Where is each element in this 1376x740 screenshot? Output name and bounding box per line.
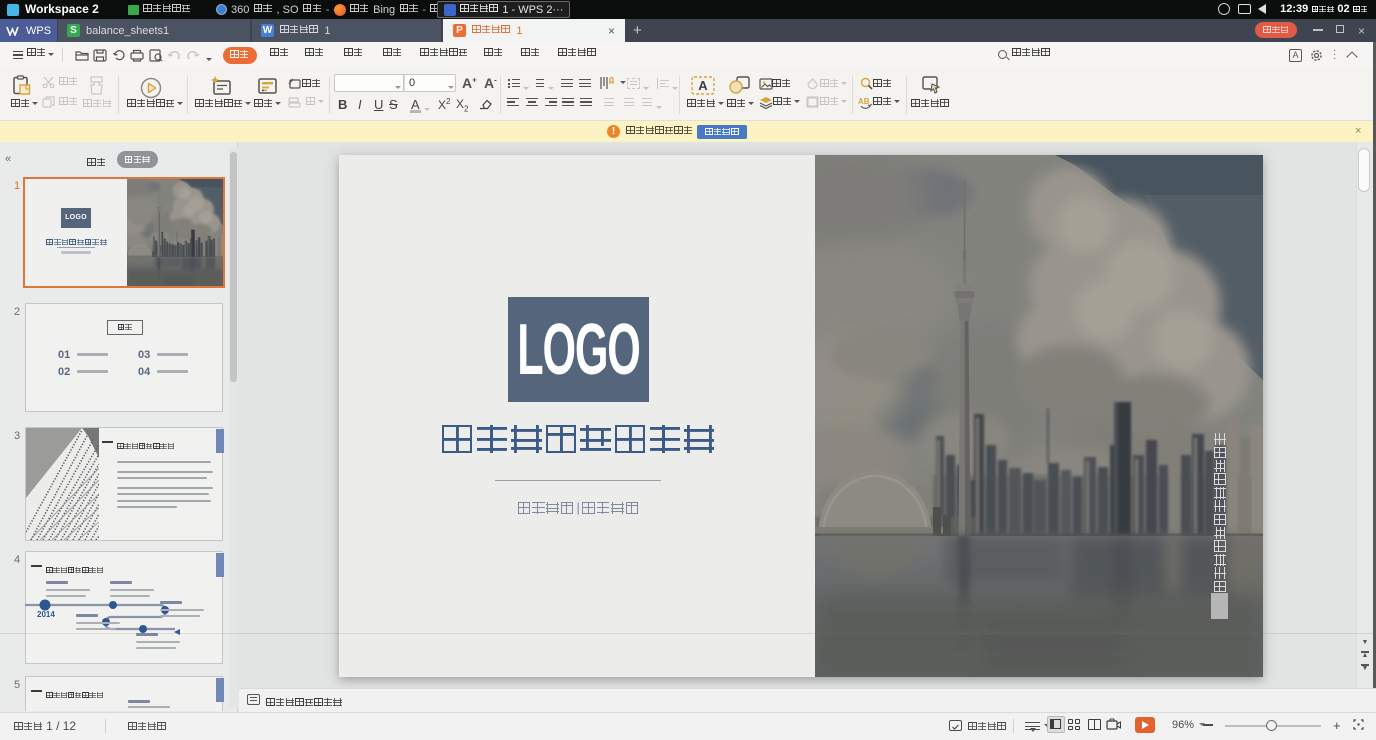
svg-text:2014: 2014 bbox=[37, 610, 55, 619]
svg-text:AB: AB bbox=[858, 97, 870, 106]
svg-text:A: A bbox=[698, 78, 708, 93]
